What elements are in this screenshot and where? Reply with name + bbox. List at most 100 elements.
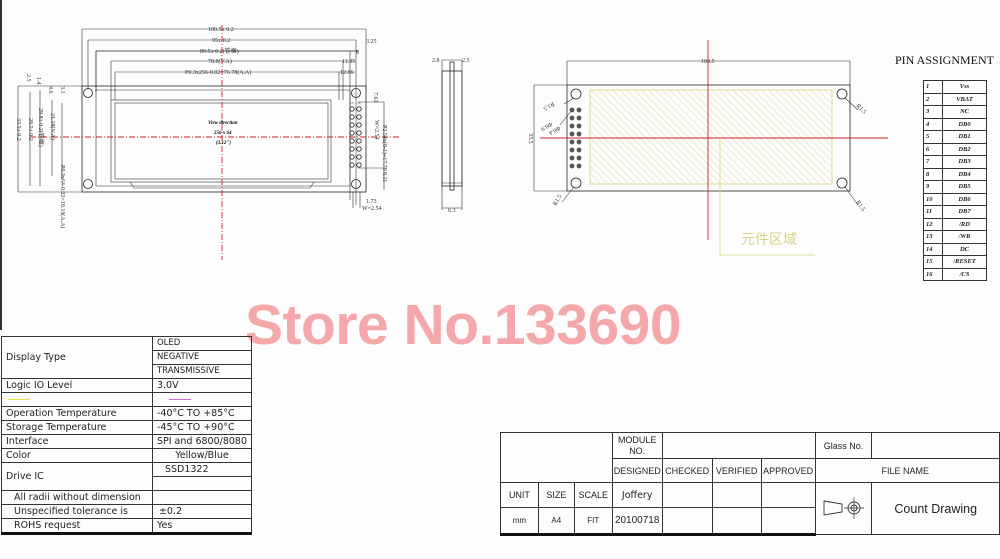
pin-number: 10 (923, 192, 943, 206)
dim-right-1: 3.25 (366, 39, 377, 45)
spec-row-logic-io: Logic IO Level 3.0V (1, 378, 253, 393)
back-view-drawing: 100.5 33.5 R1.5 R1.5 R1.5 R1.5 Φ0.9 Φ0.4 (527, 40, 888, 256)
pin-signal: DC (942, 242, 987, 256)
spec-value: NEGATIVE (151, 350, 253, 365)
spec-label: Interface (1, 434, 153, 449)
pin-number: 14 (923, 242, 943, 256)
spec-row-drive-ic: Drive IC SSD1322 (1, 462, 253, 491)
module-no-value (661, 432, 816, 459)
pin-row: 14 DC (923, 242, 987, 256)
connector-pin (349, 154, 355, 160)
legend-yellow (1, 392, 153, 407)
dim-mount-height: 28.5± 0.2 (27, 118, 33, 141)
connector-pin (356, 146, 362, 152)
front-view-drawing: 100.5± 0.2 95± 0.2 89.5± 0.2(铁框) 78.8(V.… (15, 25, 400, 260)
design-date: 20100718 (611, 507, 663, 536)
verified-label: VERIFIED (711, 458, 762, 483)
pin-label-15: 15 (350, 101, 354, 105)
glass-no-label: Glass No. (814, 432, 873, 459)
connector-pad (576, 131, 582, 137)
pin-signal: DB1 (942, 130, 987, 144)
size-text: (3.12") (216, 141, 231, 146)
scale-label: SCALE (573, 482, 613, 508)
projection-symbol (814, 482, 873, 535)
dim-pin-bottom: 8.11 (381, 172, 387, 182)
pin-signal: VBAT (942, 92, 987, 106)
size-label: SIZE (537, 482, 575, 508)
connector-pad (576, 107, 582, 113)
spec-label: Storage Temperature (1, 420, 153, 435)
dim-offset-4: 3.1 (59, 86, 65, 94)
spec-value: 3.0V (151, 378, 253, 393)
spec-row-operation-temp: Operation Temperature -40°C TO +85°C (1, 406, 253, 421)
pin-row: 13/WR (923, 230, 987, 244)
spec-row-color: Color Yellow/Blue (1, 448, 253, 463)
spec-value: SSD1322 (151, 462, 253, 477)
connector-pad (569, 107, 575, 113)
connector-pin (349, 106, 355, 112)
dim-pin-offset: 7.61 (372, 92, 378, 103)
connector-pin (356, 138, 362, 144)
spec-row-rohs: ROHS request Yes (1, 518, 253, 535)
dim-pin-edge: 1.73 (366, 199, 377, 205)
spec-value (151, 490, 253, 505)
pin-signal: DB4 (942, 167, 987, 181)
dim-right-4: 12.06 (340, 70, 354, 76)
connector-pad (569, 163, 575, 169)
title-block: MODULE NO. Glass No. DESIGNED CHECKED VE… (500, 432, 1000, 536)
dim-va-height: 21.18(V.A) (49, 113, 56, 140)
spec-value: Yes (151, 518, 253, 535)
dim-side-front: 2.8 (432, 58, 440, 64)
spec-row-storage-temp: Storage Temperature -45°C TO +90°C (1, 420, 253, 435)
spec-row-display-type: Display Type OLED (1, 336, 253, 379)
pin-number: 11 (923, 205, 943, 219)
connector-pad (569, 155, 575, 161)
pin-number: 13 (923, 230, 943, 244)
side-view-drawing: 2.8 2.5 6.3 (432, 58, 470, 214)
pin-row: 12/RD (923, 217, 987, 231)
connector-pad (576, 163, 582, 169)
pin-number: 5 (923, 130, 943, 144)
approved-label: APPROVED (760, 458, 816, 483)
dim-mount-width: 95± 0.2 (212, 38, 230, 44)
pin-signal: DB6 (942, 192, 987, 206)
pin-signal: DB5 (942, 180, 987, 194)
radius-label-tl: R1.5 (542, 100, 555, 111)
pin-row: 6 DB2 (923, 142, 987, 156)
spec-row-radii: All radii without dimension (1, 490, 253, 505)
connector-pad (569, 139, 575, 145)
pin-signal: DB7 (942, 205, 987, 219)
pin-signal: DB2 (942, 142, 987, 156)
spec-label: Logic IO Level (1, 378, 153, 393)
spec-value: TRANSMISSIVE (151, 364, 253, 379)
spec-value-empty (151, 476, 253, 491)
store-watermark: Store No.133690 (245, 293, 682, 357)
checked-date (661, 507, 713, 536)
dim-offset-2: 1.4 (35, 77, 41, 85)
connector-pin (349, 162, 355, 168)
pin-label-16: 16 (357, 101, 361, 105)
dim-aa-height: P0.3x64-0.02=19.18(A.A) (59, 165, 66, 228)
pin-row: 5 DB1 (923, 130, 987, 144)
pin-row: 3 NC (923, 105, 987, 119)
connector-pad (569, 115, 575, 121)
pin-number: 16 (923, 267, 943, 281)
spec-label: Color (1, 448, 153, 463)
spec-value: -40°C TO +85°C (151, 406, 253, 421)
pin-number: 1 (923, 80, 943, 94)
legend-magenta (151, 392, 253, 407)
dim-overall-width: 100.5± 0.2 (208, 27, 234, 33)
back-hole-bl (570, 177, 582, 189)
drawing-sheet: 100.5± 0.2 95± 0.2 89.5± 0.2(铁框) 78.8(V.… (0, 0, 1000, 559)
pin-row: 4 DB0 (923, 117, 987, 131)
pin-number: 4 (923, 117, 943, 131)
connector-pad (569, 123, 575, 129)
spec-label: ROHS request (1, 518, 153, 535)
pin-row: 9 DB5 (923, 180, 987, 194)
connector-pad (569, 147, 575, 153)
pin-row: 15/RESET (923, 255, 987, 269)
spec-label: Drive IC (1, 462, 153, 491)
dim-pin-pitch-h: W=2.54 (362, 206, 382, 212)
spec-value: OLED (151, 336, 253, 351)
spec-value: -45°C TO +90°C (151, 420, 253, 435)
